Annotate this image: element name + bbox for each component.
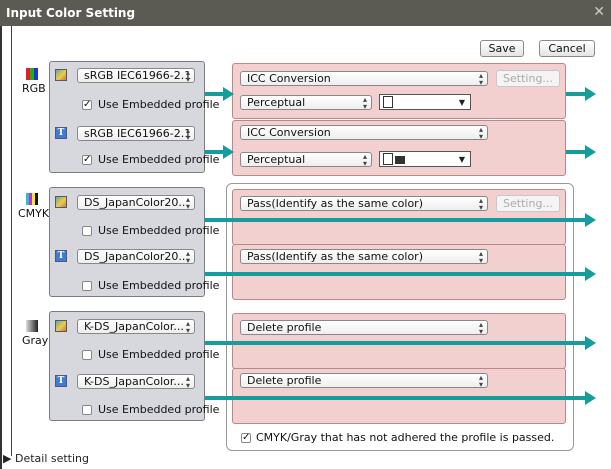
gray-image-method-value: Delete profile — [247, 321, 322, 334]
dropdown-arrow-icon: ▴ ▾ — [185, 126, 190, 141]
save-button[interactable]: Save — [480, 40, 524, 57]
rgb-image-intent-value: Perceptual — [247, 96, 306, 109]
cmyk-image-method-select[interactable]: Pass(Identify as the same color) ▴ ▾ — [240, 196, 488, 211]
window-title: Input Color Setting — [6, 6, 136, 20]
gray-image-method-select[interactable]: Delete profile ▴ ▾ — [240, 320, 488, 335]
gray-group-label: Gray — [22, 334, 49, 347]
disclosure-triangle-icon: ▶ — [3, 452, 12, 465]
gray-text-profile-select[interactable]: K-DS_JapanColor... ▴ ▾ — [77, 374, 195, 389]
image-icon — [55, 320, 67, 332]
page-icon — [383, 153, 393, 165]
image-icon — [55, 196, 67, 208]
rgb-image-use-embedded-checkbox[interactable]: ✓ — [82, 100, 92, 110]
dropdown-arrow-icon: ▴ ▾ — [185, 249, 190, 264]
dropdown-arrow-icon: ▴ ▾ — [362, 152, 367, 167]
text-icon: T — [55, 250, 67, 262]
dropdown-arrow-icon: ▴ ▾ — [478, 196, 483, 211]
gray-image-use-embedded-checkbox[interactable] — [82, 350, 92, 360]
title-bar: Input Color Setting ✕ — [0, 0, 611, 26]
window-left-edge — [0, 26, 2, 469]
rgb-image-method-value: ICC Conversion — [247, 72, 331, 85]
dropdown-arrow-icon: ▼ — [458, 98, 465, 107]
rgb-text-method-value: ICC Conversion — [247, 126, 331, 139]
cmyk-image-output-panel: Pass(Identify as the same color) ▴ ▾ Sett… — [232, 189, 566, 245]
rgb-text-use-embedded-label: Use Embedded profile — [98, 153, 220, 166]
gray-image-use-embedded-label: Use Embedded profile — [98, 348, 220, 361]
rgb-text-method-select[interactable]: ICC Conversion ▴ ▾ — [240, 125, 488, 140]
dropdown-arrow-icon: ▴ ▾ — [185, 319, 190, 334]
left-border-line — [11, 26, 12, 456]
gray-text-use-embedded-label: Use Embedded profile — [98, 403, 220, 416]
cmyk-text-use-embedded-label: Use Embedded profile — [98, 279, 220, 292]
rgb-group-label: RGB — [22, 82, 46, 95]
gray-image-profile-select[interactable]: K-DS_JapanColor... ▴ ▾ — [77, 319, 195, 334]
rgb-image-profile-select[interactable]: sRGB IEC61966-2.1 ▴ ▾ — [77, 68, 195, 83]
rgb-source-panel: sRGB IEC61966-2.1 ▴ ▾ ✓ Use Embedded prof… — [49, 61, 219, 173]
text-sample-icon — [395, 156, 405, 164]
dropdown-arrow-icon: ▼ — [458, 155, 465, 164]
detail-setting-label: Detail setting — [14, 452, 90, 465]
rgb-image-output-profile-picker[interactable]: ▼ — [379, 94, 471, 110]
cmyk-image-use-embedded-label: Use Embedded profile — [98, 224, 220, 237]
cmyk-image-method-value: Pass(Identify as the same color) — [247, 197, 423, 210]
rgb-image-profile-value: sRGB IEC61966-2.1 — [84, 69, 192, 82]
dropdown-arrow-icon: ▴ ▾ — [185, 374, 190, 389]
gray-text-profile-value: K-DS_JapanColor... — [84, 375, 184, 388]
rgb-text-output-profile-picker[interactable]: ▼ — [379, 151, 471, 167]
dropdown-arrow-icon: ▴ ▾ — [478, 373, 483, 388]
cmyk-text-profile-select[interactable]: DS_JapanColor20... ▴ ▾ — [77, 249, 195, 264]
rgb-group-icon — [26, 68, 38, 80]
dropdown-arrow-icon: ▴ ▾ — [478, 71, 483, 86]
rgb-image-setting-button[interactable]: Setting... — [496, 70, 560, 87]
text-icon: T — [55, 127, 67, 139]
gray-text-method-value: Delete profile — [247, 374, 322, 387]
gray-source-panel: K-DS_JapanColor... ▴ ▾ Use Embedded profi… — [49, 311, 219, 421]
dropdown-arrow-icon: ▴ ▾ — [362, 95, 367, 110]
gray-group-icon — [26, 320, 38, 332]
dropdown-arrow-icon: ▴ ▾ — [478, 249, 483, 264]
cmyk-group-label: CMYK — [18, 207, 50, 220]
rgb-text-output-panel: ICC Conversion ▴ ▾ Perceptual ▴ ▾ ▼ — [232, 120, 566, 176]
page-icon — [383, 96, 393, 108]
gray-text-use-embedded-checkbox[interactable] — [82, 405, 92, 415]
passthrough-checkbox[interactable]: ✓ — [241, 433, 251, 443]
cmyk-source-panel: DS_JapanColor20... ▴ ▾ Use Embedded profi… — [49, 187, 219, 297]
cancel-button[interactable]: Cancel — [539, 40, 595, 57]
cmyk-text-method-value: Pass(Identify as the same color) — [247, 250, 423, 263]
cmyk-image-use-embedded-checkbox[interactable] — [82, 226, 92, 236]
dropdown-arrow-icon: ▴ ▾ — [185, 195, 190, 210]
passthrough-label: CMYK/Gray that has not adhered the profi… — [256, 431, 555, 444]
rgb-image-use-embedded-label: Use Embedded profile — [98, 98, 220, 111]
rgb-text-use-embedded-checkbox[interactable]: ✓ — [82, 155, 92, 165]
rgb-text-profile-select[interactable]: sRGB IEC61966-2.1 ▴ ▾ — [77, 126, 195, 141]
dropdown-arrow-icon: ▴ ▾ — [185, 68, 190, 83]
close-icon[interactable]: ✕ — [593, 4, 605, 20]
gray-text-method-select[interactable]: Delete profile ▴ ▾ — [240, 373, 488, 388]
gray-image-profile-value: K-DS_JapanColor... — [84, 320, 184, 333]
cmyk-group-icon — [26, 193, 38, 205]
cmyk-image-setting-button[interactable]: Setting... — [496, 195, 560, 212]
image-icon — [55, 69, 67, 81]
cmyk-text-method-select[interactable]: Pass(Identify as the same color) ▴ ▾ — [240, 249, 488, 264]
rgb-text-intent-value: Perceptual — [247, 153, 306, 166]
dropdown-arrow-icon: ▴ ▾ — [478, 125, 483, 140]
rgb-image-output-panel: ICC Conversion ▴ ▾ Setting... Perceptual … — [232, 63, 566, 119]
rgb-image-method-select[interactable]: ICC Conversion ▴ ▾ — [240, 71, 488, 86]
cmyk-text-use-embedded-checkbox[interactable] — [82, 281, 92, 291]
cmyk-image-profile-select[interactable]: DS_JapanColor20... ▴ ▾ — [77, 195, 195, 210]
rgb-image-intent-select[interactable]: Perceptual ▴ ▾ — [240, 95, 372, 110]
text-icon: T — [55, 375, 67, 387]
cmyk-image-profile-value: DS_JapanColor20... — [84, 196, 189, 209]
rgb-text-profile-value: sRGB IEC61966-2.1 — [84, 127, 192, 140]
detail-setting-toggle[interactable]: ▶ Detail setting — [3, 452, 89, 465]
cmyk-text-profile-value: DS_JapanColor20... — [84, 250, 189, 263]
dropdown-arrow-icon: ▴ ▾ — [478, 320, 483, 335]
rgb-text-intent-select[interactable]: Perceptual ▴ ▾ — [240, 152, 372, 167]
